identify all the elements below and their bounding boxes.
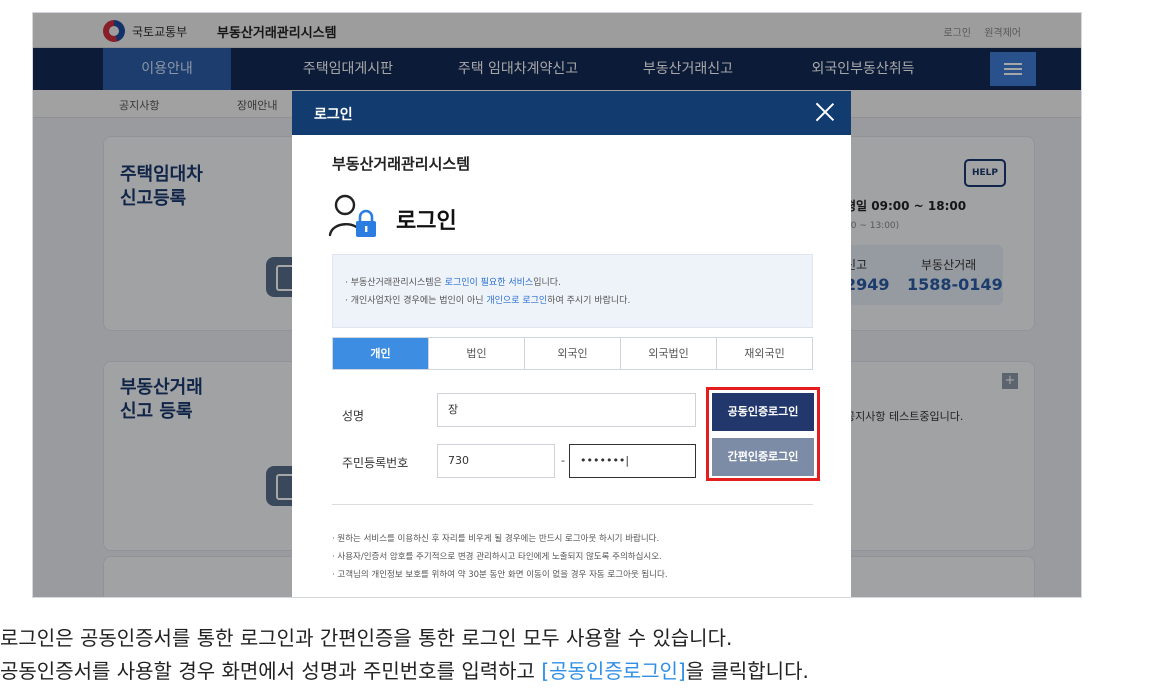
note-2: · 사용자/인증서 암호를 주기적으로 변경 관리하시고 타인에게 노출되지 않… [332, 552, 662, 562]
info-box: · 부동산거래관리시스템은 로그인이 필요한 서비스입니다. · 개인사업자인 … [332, 254, 813, 328]
info-line-1-suffix: 입니다. [533, 278, 561, 288]
modal-header: 로그인 [292, 91, 851, 135]
name-input[interactable]: 장 [437, 393, 696, 427]
caption-cert-login-link: [공동인증로그인] [541, 659, 686, 683]
rrn-label: 주민등록번호 [342, 456, 409, 470]
login-heading: 로그인 [396, 209, 457, 234]
tab-individual[interactable]: 개인 [333, 338, 428, 369]
info-line-2-suffix: 하여 주시기 바랍니다. [547, 296, 631, 306]
rrn-back-input[interactable]: •••••••| [569, 444, 696, 478]
info-line-1-highlight: 로그인이 필요한 서비스 [444, 278, 534, 288]
login-type-tabs: 개인 법인 외국인 외국법인 재외국민 [332, 337, 813, 370]
login-modal: 로그인 부동산거래관리시스템 로그인 · 부동산거래관리시스템은 로그인이 필요… [292, 91, 851, 597]
name-label: 성명 [342, 409, 365, 423]
rrn-dash: - [561, 454, 565, 467]
info-line-1-text: · 부동산거래관리시스템은 [345, 278, 445, 288]
rrn-front-input[interactable]: 730 [437, 444, 555, 478]
tab-overseas-korean[interactable]: 재외국민 [716, 338, 812, 369]
info-line-1: · 부동산거래관리시스템은 로그인이 필요한 서비스입니다. [345, 275, 561, 288]
modal-title: 로그인 [314, 107, 353, 123]
caption-line-1: 로그인은 공동인증서를 통한 로그인과 간편인증을 통한 로그인 모두 사용할 … [0, 626, 733, 650]
close-icon[interactable] [813, 100, 837, 124]
caption-line-2-suffix: 을 클릭합니다. [685, 659, 809, 683]
info-line-2: · 개인사업자인 경우에는 법인이 아닌 개인으로 로그인하여 주시기 바랍니다… [345, 293, 630, 306]
info-line-2-text: · 개인사업자인 경우에는 법인이 아닌 [345, 296, 487, 306]
tab-corporation[interactable]: 법인 [428, 338, 524, 369]
caption-line-2: 공동인증서를 사용할 경우 화면에서 성명과 주민번호를 입력하고 [공동인증로… [0, 655, 809, 684]
tab-foreigner[interactable]: 외국인 [524, 338, 620, 369]
screenshot-frame: 국토교통부 부동산거래관리시스템 로그인 원격제어 이용안내 주택임대게시판 주… [32, 12, 1082, 598]
simple-login-button[interactable]: 간편인증로그인 [712, 438, 814, 476]
user-lock-icon [328, 194, 376, 237]
divider [332, 504, 813, 505]
note-3: · 고객님의 개인정보 보호를 위하여 약 30분 동안 화면 이동이 없을 경… [332, 570, 668, 580]
cert-login-button[interactable]: 공동인증로그인 [712, 393, 814, 431]
caption-line-2-text: 공동인증서를 사용할 경우 화면에서 성명과 주민번호를 입력하고 [0, 659, 542, 683]
info-line-2-highlight: 개인으로 로그인 [486, 296, 548, 306]
tab-foreign-corporation[interactable]: 외국법인 [620, 338, 716, 369]
modal-system-name: 부동산거래관리시스템 [332, 155, 471, 173]
note-1: · 원하는 서비스를 이용하신 후 자리를 비우게 될 경우에는 반드시 로그아… [332, 534, 660, 544]
